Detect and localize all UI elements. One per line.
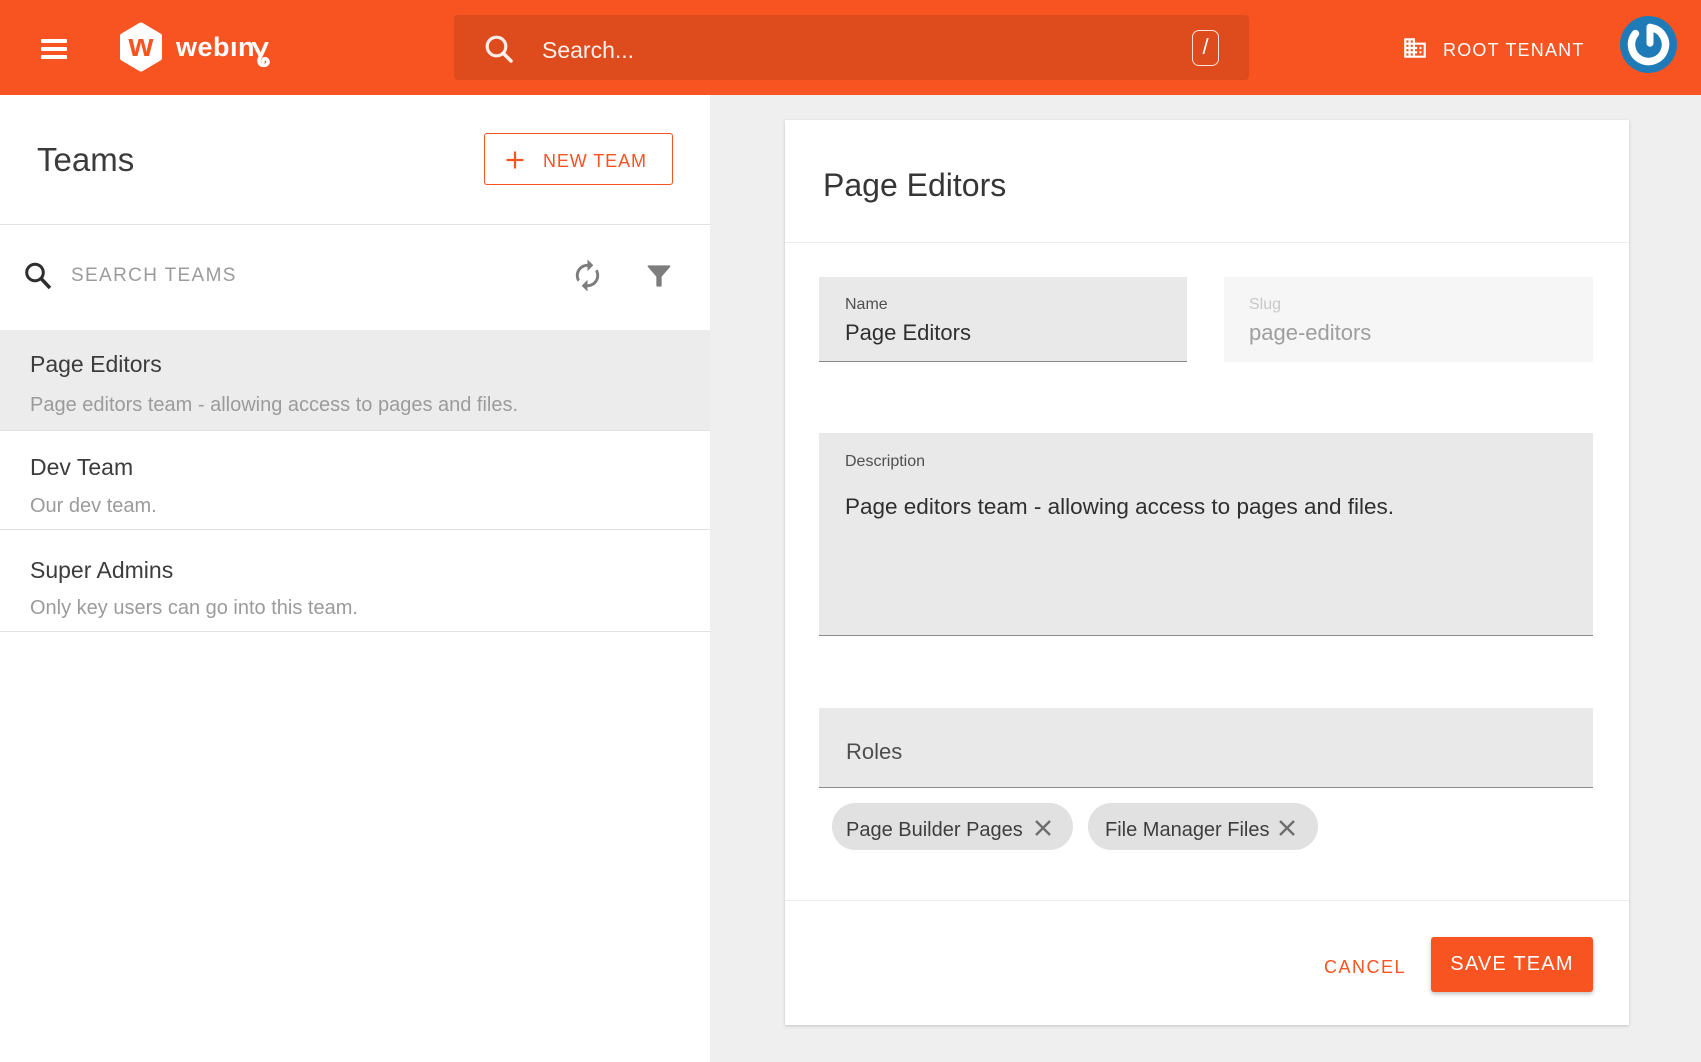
svg-text:w: w	[128, 27, 154, 63]
